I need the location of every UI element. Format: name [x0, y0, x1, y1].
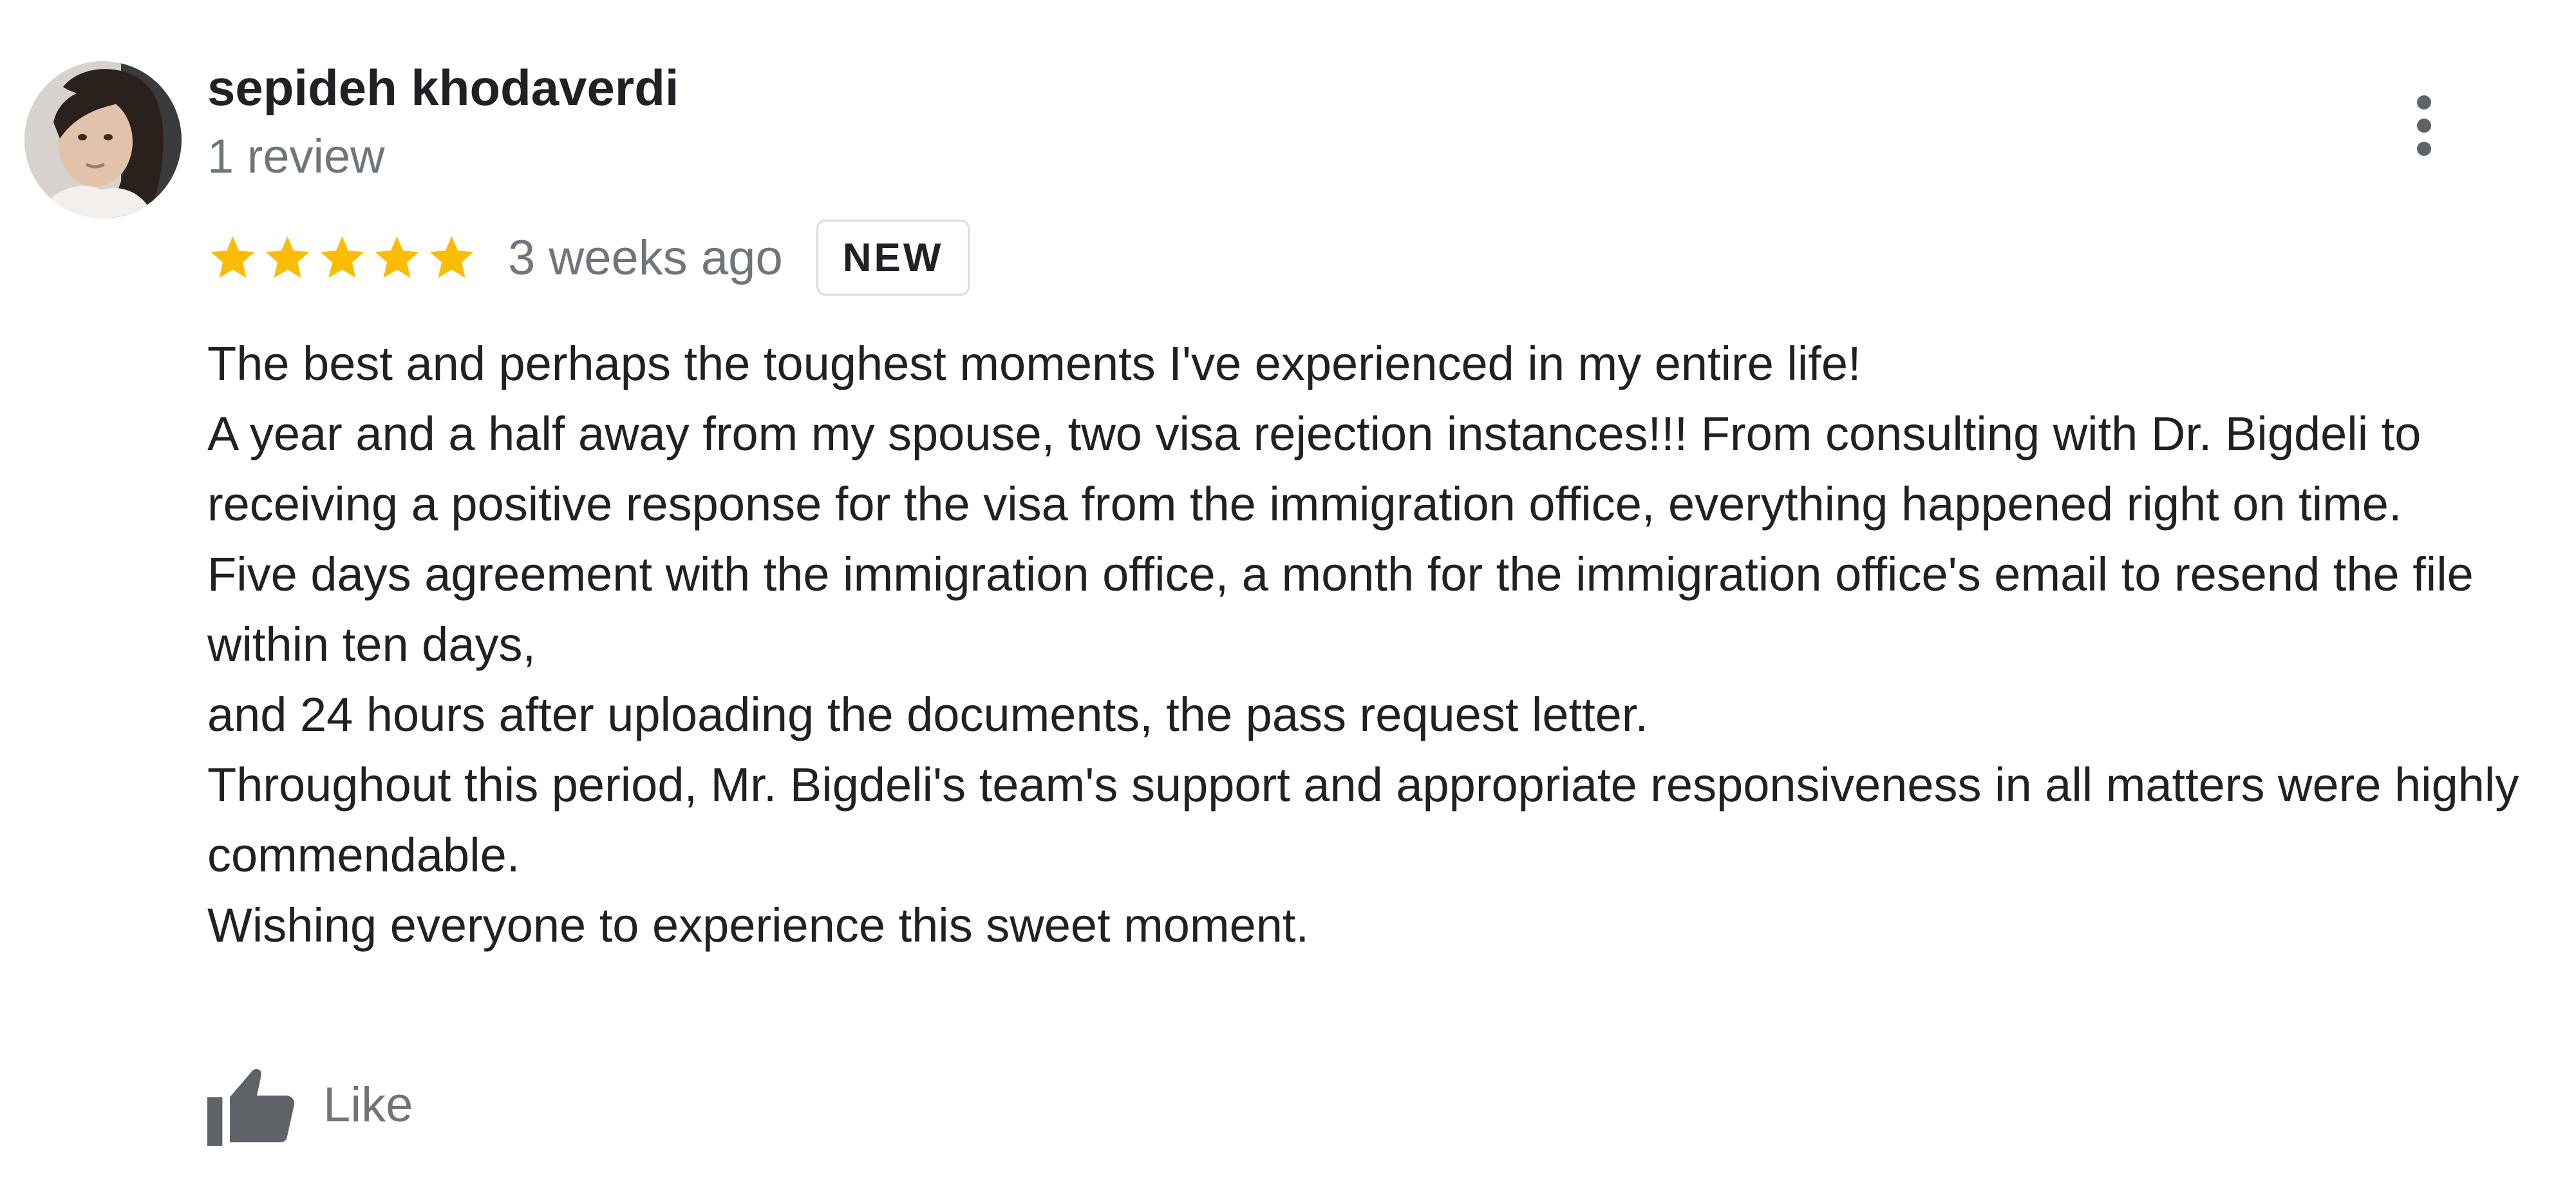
review-count: 1 review: [207, 129, 385, 183]
rating-row: 3 weeks ago NEW: [207, 216, 970, 299]
star-icon: [429, 236, 474, 278]
review-paragraph: The best and perhaps the toughest moment…: [207, 337, 1861, 390]
review-paragraph: A year and a half away from my spouse, t…: [207, 407, 2421, 531]
more-vertical-icon-dot: [2417, 142, 2431, 156]
review-card: sepideh khodaverdi 1 review 3 weeks ago …: [0, 0, 2576, 1178]
new-badge: NEW: [816, 220, 970, 296]
review-paragraph: Wishing everyone to experience this swee…: [207, 898, 1310, 952]
review-time: 3 weeks ago: [508, 230, 783, 285]
more-vertical-icon: [2417, 95, 2431, 109]
more-options-button[interactable]: [2392, 90, 2456, 161]
star-icon: [375, 236, 419, 278]
star-rating: [207, 233, 477, 283]
avatar-photo: [24, 61, 182, 218]
like-button[interactable]: Like: [207, 1063, 413, 1146]
author-name[interactable]: sepideh khodaverdi: [207, 59, 679, 117]
review-text: The best and perhaps the toughest moment…: [207, 328, 2551, 960]
review-paragraph: Throughout this period, Mr. Bigdeli's te…: [207, 758, 2519, 882]
star-icon: [211, 236, 255, 278]
like-label: Like: [323, 1077, 413, 1132]
review-paragraph: Five days agreement with the immigration…: [207, 547, 2474, 671]
star-icon: [265, 236, 310, 278]
thumbs-up-icon: [207, 1069, 295, 1146]
avatar[interactable]: [24, 61, 182, 218]
review-paragraph: and 24 hours after uploading the documen…: [207, 688, 1648, 741]
more-vertical-icon-dot: [2417, 119, 2431, 133]
star-icon: [320, 236, 364, 278]
